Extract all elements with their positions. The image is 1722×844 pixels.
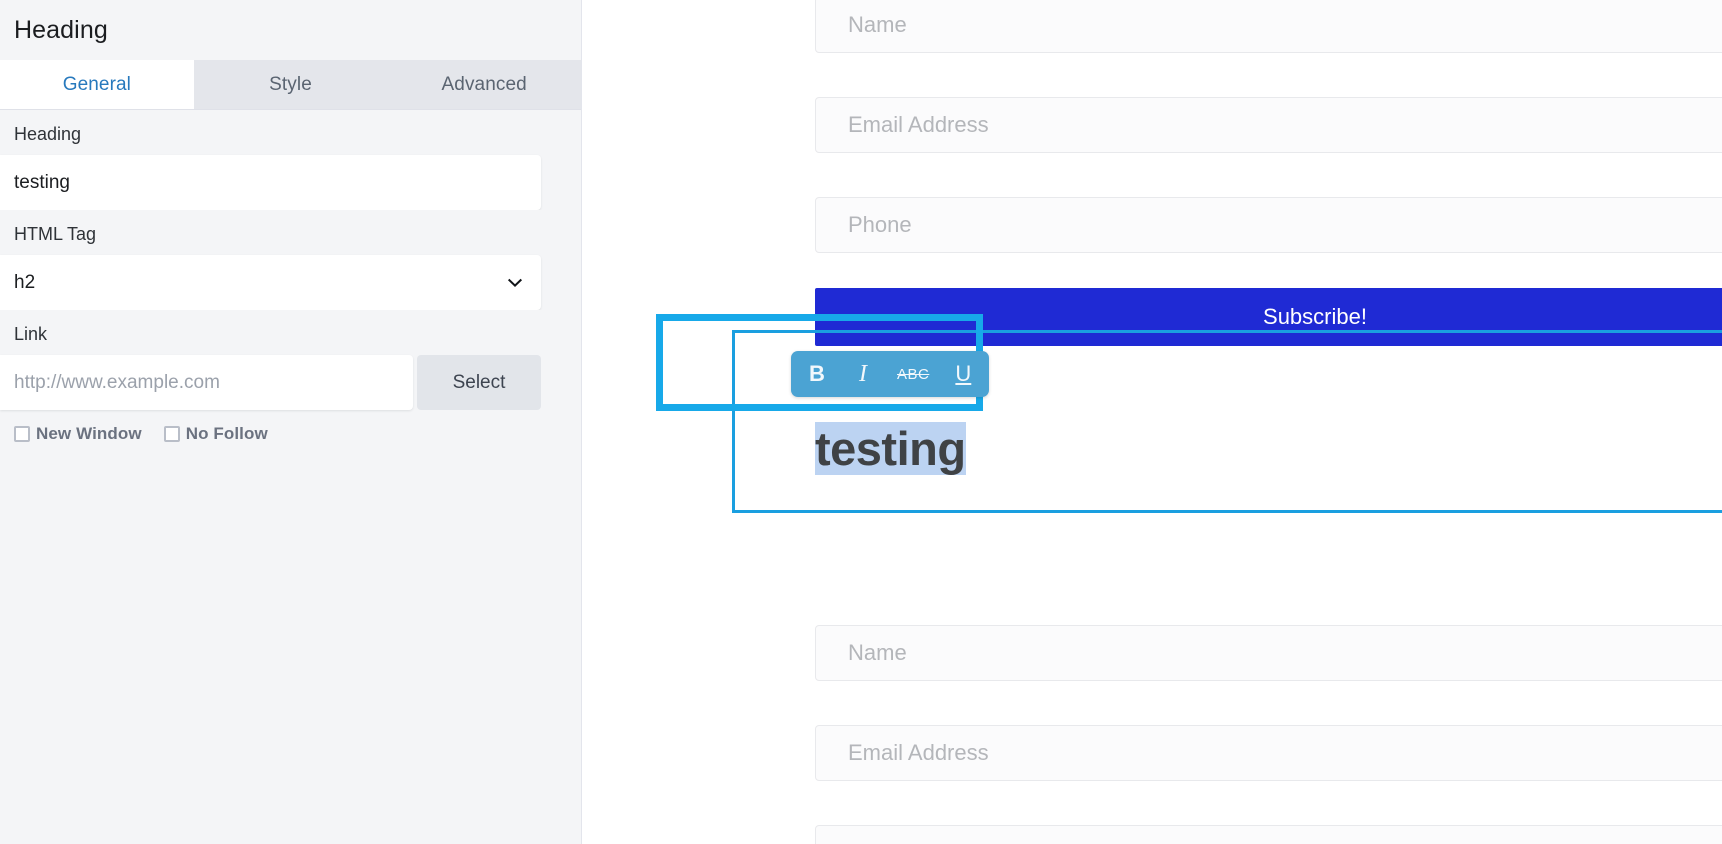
- panel-header: Heading: [0, 0, 581, 60]
- no-follow-checkbox-item[interactable]: No Follow: [163, 424, 268, 444]
- chevron-down-icon: [507, 275, 523, 291]
- html-tag-field-label: HTML Tag: [14, 224, 97, 244]
- html-tag-field-label-row: HTML Tag: [0, 210, 581, 255]
- email-field-bottom[interactable]: Email Address: [815, 725, 1722, 781]
- link-url-input[interactable]: http://www.example.com: [0, 355, 413, 410]
- heading-text-input[interactable]: testing: [0, 155, 541, 210]
- tab-style-label: Style: [269, 73, 312, 95]
- bold-button[interactable]: B: [805, 363, 829, 385]
- canvas-heading-text: testing: [815, 422, 966, 475]
- no-follow-label: No Follow: [185, 424, 268, 443]
- tab-advanced[interactable]: Advanced: [387, 60, 581, 109]
- new-window-label: New Window: [36, 424, 142, 443]
- phone-field-top[interactable]: Phone: [815, 197, 1722, 253]
- new-window-checkbox[interactable]: [14, 426, 30, 442]
- heading-field-label-row: Heading: [0, 110, 581, 155]
- page-canvas: Name Email Address Phone Subscribe! test…: [583, 0, 1722, 844]
- underline-button[interactable]: U: [951, 363, 975, 385]
- link-field-label: Link: [14, 324, 48, 344]
- heading-text-input-value: testing: [14, 171, 70, 193]
- editor-screen: Heading General Style Advanced Heading t…: [0, 0, 1722, 844]
- no-follow-checkbox[interactable]: [163, 426, 180, 442]
- tab-style[interactable]: Style: [193, 60, 388, 109]
- settings-tabs: General Style Advanced: [0, 60, 581, 110]
- link-options-row: New Window No Follow: [0, 410, 581, 444]
- subscribe-button[interactable]: Subscribe!: [815, 288, 1722, 346]
- tab-general-label: General: [62, 73, 131, 95]
- link-field-row: http://www.example.com Select: [0, 355, 541, 410]
- third-field-bottom[interactable]: [815, 825, 1722, 844]
- html-tag-select-value: h2: [14, 271, 36, 293]
- tab-general[interactable]: General: [0, 60, 194, 109]
- canvas-heading[interactable]: testing: [815, 422, 966, 475]
- strikethrough-button[interactable]: ABC: [897, 367, 929, 382]
- link-field-label-row: Link: [0, 310, 581, 355]
- name-field-bottom[interactable]: Name: [815, 625, 1722, 681]
- rich-text-toolbar: B I ABC U: [791, 351, 990, 397]
- new-window-checkbox-item[interactable]: New Window: [14, 424, 142, 444]
- page-title: Heading: [14, 15, 108, 44]
- name-field-top[interactable]: Name: [815, 0, 1722, 53]
- widget-settings-panel: Heading General Style Advanced Heading t…: [0, 0, 582, 844]
- tab-advanced-label: Advanced: [441, 73, 527, 95]
- link-select-button[interactable]: Select: [417, 355, 541, 410]
- heading-field-label: Heading: [14, 124, 82, 144]
- italic-button[interactable]: I: [851, 362, 875, 386]
- html-tag-select[interactable]: h2: [0, 255, 541, 310]
- email-field-top[interactable]: Email Address: [815, 97, 1722, 153]
